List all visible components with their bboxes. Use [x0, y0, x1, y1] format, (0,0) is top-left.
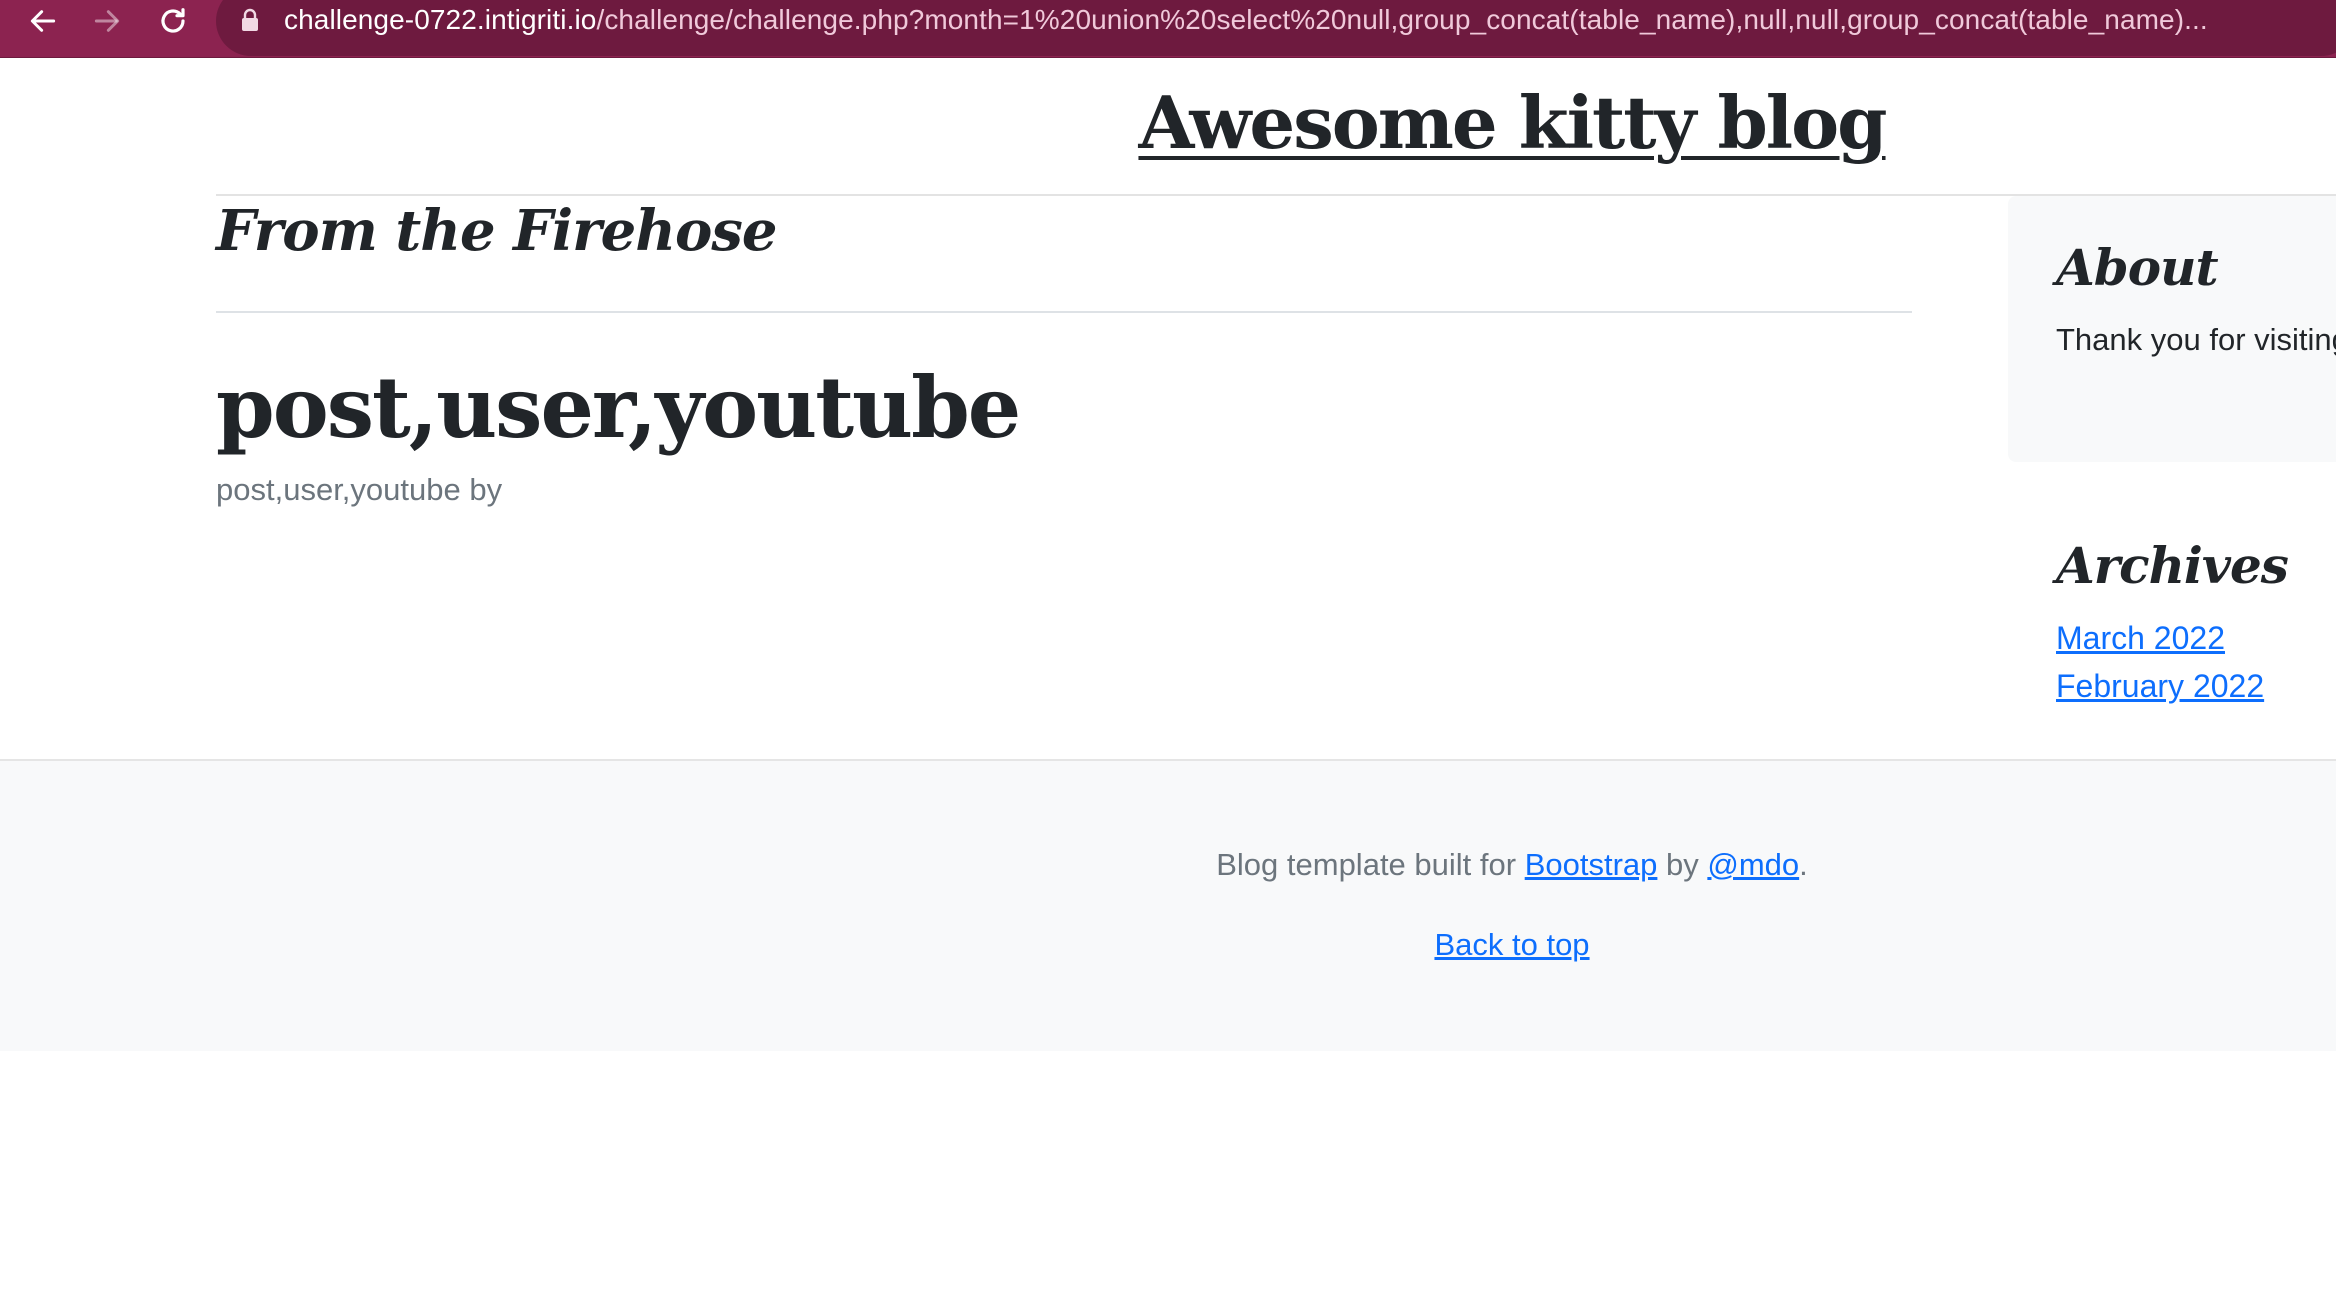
- back-to-top-link[interactable]: Back to top: [1434, 927, 1589, 962]
- back-to-top-row: Back to top: [0, 927, 2336, 963]
- mdo-link[interactable]: @mdo: [1707, 847, 1799, 882]
- url-host: challenge-0722.intigriti.io: [284, 4, 597, 35]
- footer-credit-prefix: Blog template built for: [1216, 847, 1525, 882]
- footer-credit: Blog template built for Bootstrap by @md…: [0, 847, 2336, 883]
- section-heading: From the Firehose: [216, 198, 777, 264]
- footer-credit-mid: by: [1657, 847, 1708, 882]
- arrow-left-icon: [30, 10, 56, 32]
- blog-title-link[interactable]: Awesome kitty blog: [0, 80, 2336, 165]
- about-title: About: [2056, 238, 2219, 297]
- address-bar[interactable]: challenge-0722.intigriti.io/challenge/ch…: [216, 0, 2336, 56]
- archives-title: Archives: [2056, 536, 2289, 595]
- reload-button[interactable]: [152, 0, 194, 42]
- url-path: /challenge/challenge.php?month=1%20union…: [596, 4, 2208, 35]
- arrow-right-icon: [94, 10, 120, 32]
- section-divider: [216, 311, 1912, 313]
- reload-icon: [161, 8, 185, 33]
- about-panel: About Thank you for visiting. I love kit…: [2008, 196, 2336, 462]
- back-button[interactable]: [22, 0, 64, 42]
- archive-link-february-2022[interactable]: February 2022: [2056, 668, 2264, 705]
- lock-icon: [242, 8, 258, 31]
- url-text[interactable]: challenge-0722.intigriti.io/challenge/ch…: [284, 4, 2208, 36]
- footer-credit-suffix: .: [1799, 847, 1808, 882]
- about-text: Thank you for visiting. I love kitties: [2056, 322, 2336, 357]
- footer: Blog template built for Bootstrap by @md…: [0, 759, 2336, 1051]
- post-title: post,user,youtube: [216, 358, 1021, 457]
- archive-link-march-2022[interactable]: March 2022: [2056, 620, 2225, 657]
- bootstrap-link[interactable]: Bootstrap: [1525, 847, 1658, 882]
- forward-button[interactable]: [86, 0, 128, 42]
- browser-toolbar: challenge-0722.intigriti.io/challenge/ch…: [0, 0, 2336, 58]
- post-meta: post,user,youtube by: [216, 472, 503, 507]
